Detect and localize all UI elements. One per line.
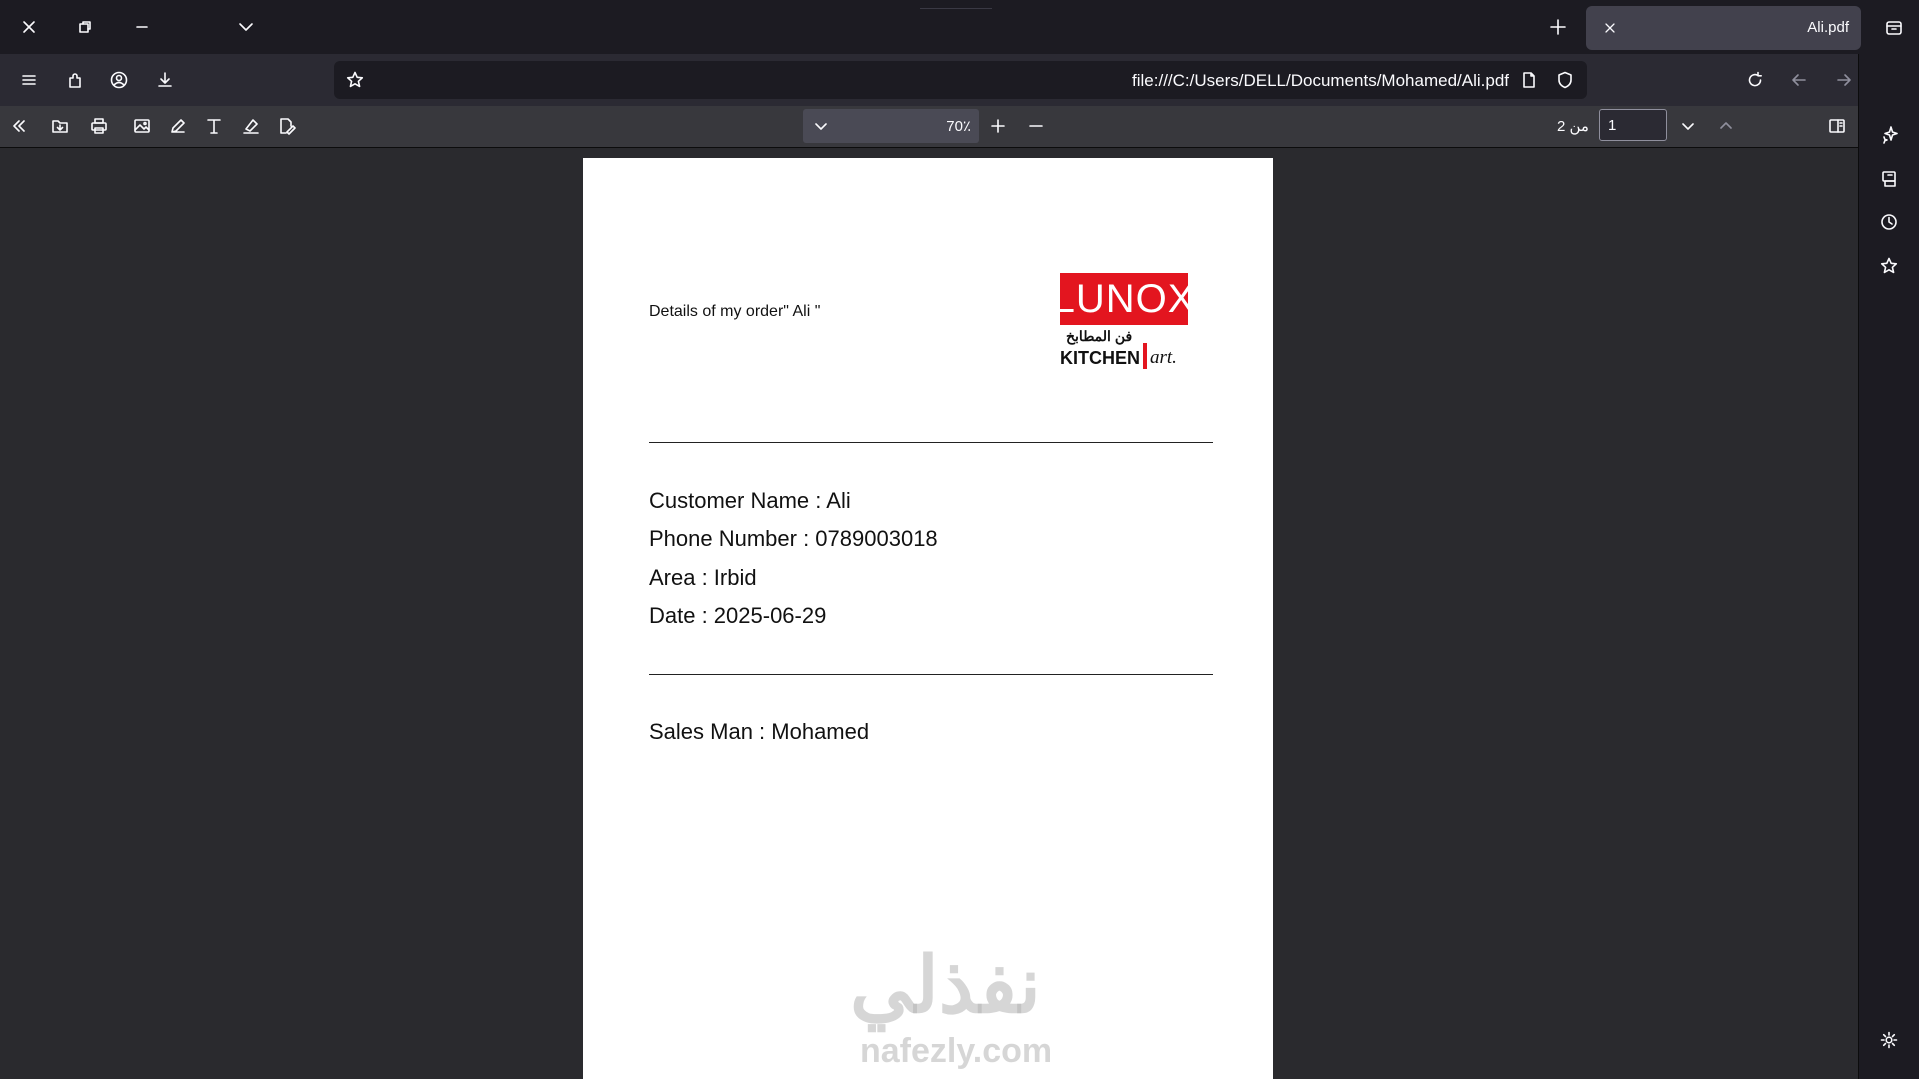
divider [649, 674, 1213, 675]
zoom-value: 70٪ [946, 118, 971, 135]
history-clock-icon[interactable] [1874, 207, 1904, 237]
url-text[interactable]: file:///C:/Users/DELL/Documents/Mohamed/… [1132, 71, 1509, 91]
page-icon[interactable] [1515, 66, 1543, 94]
new-tab-plus-icon[interactable] [1543, 12, 1573, 42]
tab-list-chevron-down-icon[interactable] [231, 12, 261, 42]
bookmarks-star-icon[interactable] [1874, 251, 1904, 281]
synced-tabs-icon[interactable] [1874, 164, 1904, 194]
date: Date : 2025-06-29 [649, 603, 827, 628]
close-icon[interactable] [14, 12, 44, 42]
account-icon[interactable] [104, 65, 134, 95]
sidebar-toggle-icon[interactable] [1824, 113, 1850, 139]
save-icon[interactable] [47, 113, 73, 139]
order-title: Details of my order" Ali " [649, 303, 821, 320]
tab-ali-pdf[interactable]: Ali.pdf [1586, 6, 1861, 50]
right-sidebar [1858, 54, 1919, 1079]
tab-close-icon[interactable] [1598, 16, 1622, 40]
lunox-logo: LUNOX فن المطابخ KITCHEN art. [1053, 273, 1194, 369]
container-icon[interactable] [1879, 12, 1909, 42]
arrow-left-icon[interactable] [1784, 65, 1814, 95]
watermark-arabic: نفذلي [850, 941, 1041, 1029]
navigation-toolbar: file:///C:/Users/DELL/Documents/Mohamed/… [0, 54, 1919, 107]
page-number-input[interactable] [1599, 109, 1667, 141]
hamburger-icon[interactable] [14, 65, 44, 95]
text-icon[interactable] [201, 113, 227, 139]
puzzle-icon[interactable] [60, 65, 90, 95]
download-icon[interactable] [150, 65, 180, 95]
logo-art: art. [1150, 347, 1177, 368]
watermark-latin: nafezly.com [860, 1032, 1053, 1070]
print-icon[interactable] [86, 113, 112, 139]
zoom-in-plus-icon[interactable] [985, 113, 1011, 139]
reload-icon[interactable] [1740, 65, 1770, 95]
restore-icon[interactable] [70, 12, 100, 42]
zoom-out-minus-icon[interactable] [1023, 113, 1049, 139]
star-icon[interactable] [341, 66, 369, 94]
drag-handle[interactable] [920, 0, 992, 9]
logo-tagline: KITCHEN art. [1060, 343, 1188, 369]
settings-gear-icon[interactable] [1874, 1025, 1904, 1055]
title-bar: Ali.pdf [0, 0, 1919, 54]
pdf-toolbar: 70٪ من 2 [0, 106, 1858, 148]
logo-divider [1143, 343, 1147, 369]
pen-icon[interactable] [165, 113, 191, 139]
phone-number: Phone Number : 0789003018 [649, 526, 938, 551]
minimize-icon[interactable] [127, 12, 157, 42]
arrow-right-icon[interactable] [1829, 65, 1859, 95]
area: Area : Irbid [649, 565, 757, 590]
image-icon[interactable] [129, 113, 155, 139]
shield-icon[interactable] [1551, 66, 1579, 94]
double-chevron-left-icon[interactable] [6, 113, 32, 139]
logo-brand: LUNOX [1052, 276, 1196, 321]
next-page-chevron-down-icon[interactable] [1675, 113, 1701, 139]
signature-icon[interactable] [274, 113, 300, 139]
tab-title: Ali.pdf [1807, 19, 1849, 36]
chevron-down-icon [809, 114, 833, 138]
logo-kitchen: KITCHEN [1060, 348, 1140, 368]
divider [649, 442, 1213, 443]
customer-name: Customer Name : Ali [649, 488, 851, 513]
sales-man: Sales Man : Mohamed [649, 719, 870, 744]
ai-sparkle-icon[interactable] [1874, 119, 1904, 149]
url-bar[interactable]: file:///C:/Users/DELL/Documents/Mohamed/… [334, 61, 1587, 99]
highlight-icon[interactable] [238, 113, 264, 139]
logo-box: LUNOX [1053, 273, 1194, 325]
page-count-label: من 2 [1557, 118, 1589, 135]
previous-page-chevron-up-icon[interactable] [1713, 113, 1739, 139]
zoom-select[interactable]: 70٪ [803, 109, 979, 143]
